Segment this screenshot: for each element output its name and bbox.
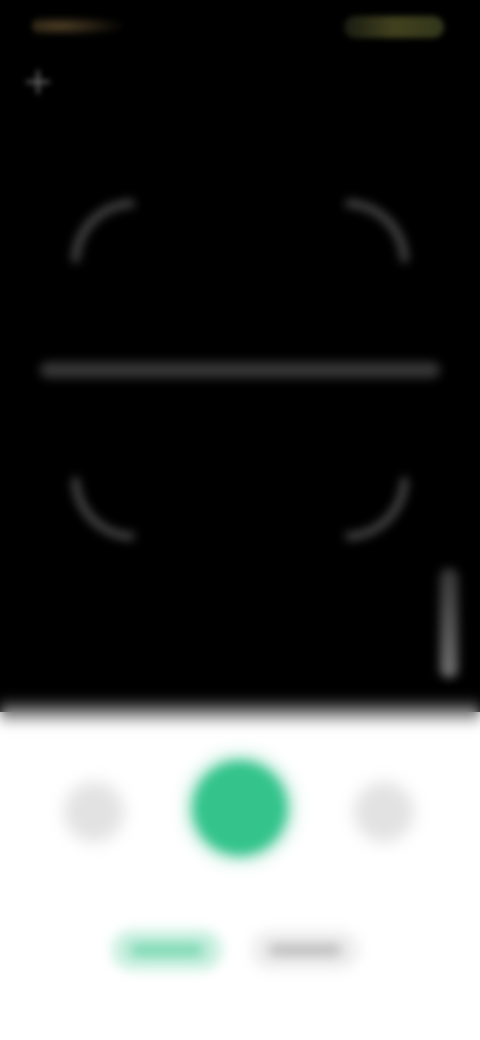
scan-frame-corner-top-left xyxy=(72,200,134,262)
status-battery-indicator xyxy=(344,16,444,38)
torch-slider-icon[interactable] xyxy=(440,568,458,678)
mode-tab-label-placeholder xyxy=(130,944,204,956)
mode-tab-inactive[interactable] xyxy=(250,930,360,970)
plus-icon[interactable] xyxy=(26,70,50,94)
status-bar xyxy=(0,0,480,56)
camera-controls-panel xyxy=(0,712,480,1040)
mode-tab-active[interactable] xyxy=(112,930,222,970)
camera-viewfinder xyxy=(0,0,480,712)
gallery-button[interactable] xyxy=(64,782,124,842)
mode-tab-label-placeholder xyxy=(268,944,342,956)
status-time-indicator xyxy=(32,16,122,36)
shutter-button[interactable] xyxy=(192,760,288,856)
scan-line xyxy=(40,362,440,378)
mode-tabs xyxy=(0,930,480,974)
flip-camera-button[interactable] xyxy=(354,782,414,842)
scan-frame-corner-top-right xyxy=(346,200,408,262)
scan-frame-corner-bottom-left xyxy=(72,478,134,540)
scan-frame-corner-bottom-right xyxy=(346,478,408,540)
